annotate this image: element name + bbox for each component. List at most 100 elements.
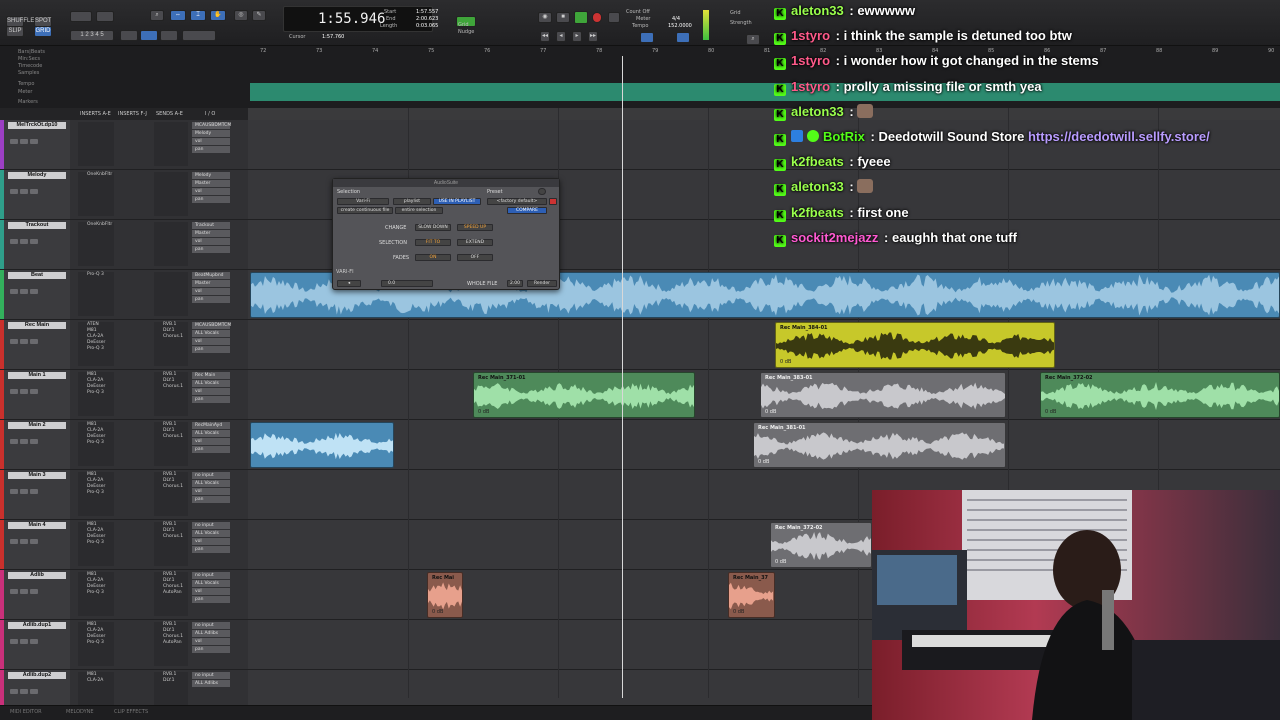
io-selector[interactable]: pan [192, 346, 230, 353]
clip-effects-tab[interactable]: CLIP EFFECTS [114, 709, 148, 715]
io-selector[interactable]: pan [192, 246, 230, 253]
sends-a-e-header[interactable]: SENDS A-E [156, 111, 183, 117]
io-selector[interactable]: pan [192, 646, 230, 653]
tab-to-transient-icon[interactable] [120, 30, 138, 41]
record-enable-button[interactable] [10, 189, 18, 194]
io-selectors[interactable]: RecMainAyd ALL Vocals vol pan [192, 422, 230, 466]
mute-button[interactable] [30, 289, 38, 294]
length-value[interactable]: 0:03.065 [416, 23, 438, 29]
insert-slot[interactable]: Pro-Q 3 [78, 390, 114, 396]
insert-slot[interactable]: Pro-Q 3 [78, 440, 114, 446]
io-selector[interactable]: MCAUSBDMTCM [192, 322, 231, 329]
io-selector[interactable]: vol [192, 588, 230, 595]
solo-button[interactable] [20, 239, 28, 244]
record-button[interactable] [592, 12, 602, 23]
track-record-solo-mute-buttons[interactable] [10, 481, 60, 494]
io-selectors[interactable]: no input ALL Vocals vol pan [192, 472, 230, 516]
io-selector[interactable]: pan [192, 546, 230, 553]
tempo-value[interactable]: 152.0000 [668, 23, 692, 29]
sends-slots[interactable]: RVB.1 DLY.1 Chorus.1 [154, 472, 188, 516]
sends-slots[interactable]: RVB.1 DLY.1 Chorus.1 [154, 372, 188, 416]
stop-button[interactable]: ■ [556, 12, 570, 23]
io-selector[interactable]: no input [192, 522, 230, 529]
record-enable-button[interactable] [10, 639, 18, 644]
io-selectors[interactable]: Melody Master vol pan [192, 172, 230, 216]
zoomer-tool-icon[interactable]: ⌕ [150, 10, 164, 21]
io-selector[interactable]: pan [192, 446, 230, 453]
insert-slot[interactable]: Pro-Q 3 [78, 490, 114, 496]
solo-button[interactable] [20, 639, 28, 644]
zoom-presets[interactable]: 1 2 3 4 5 [70, 30, 114, 41]
record-enable-button[interactable] [10, 689, 18, 694]
inserts-slots[interactable]: Pro-Q 3 [78, 272, 114, 316]
io-selectors[interactable]: MCAUSBDMTCM Melody vol pan [192, 122, 231, 166]
io-selectors[interactable]: Trackout Master vol pan [192, 222, 230, 266]
insert-slot[interactable]: Pro-Q 3 [78, 346, 114, 352]
insert-slot[interactable]: Pro-Q 3 [78, 540, 114, 546]
chat-username[interactable]: 1styro [791, 28, 830, 43]
mute-button[interactable] [30, 589, 38, 594]
chat-username[interactable]: aleton33 [791, 179, 844, 194]
handle-length-field[interactable]: 0.0 [381, 280, 433, 287]
scrubber-tool-icon[interactable]: ◎ [234, 10, 248, 21]
chat-username[interactable]: BotRix [823, 129, 865, 144]
io-selector[interactable]: pan [192, 196, 230, 203]
solo-button[interactable] [20, 189, 28, 194]
use-in-playlist-button[interactable]: USE IN PLAYLIST [433, 198, 481, 205]
fast-forward-button[interactable]: ▸▸ [588, 31, 598, 42]
ruler-bars-beats[interactable]: Bars|Beats [0, 49, 248, 56]
sends-slots[interactable]: RVB.1 DLY.1 Chorus.1 AutoPan [154, 622, 188, 666]
chat-username[interactable]: aleton33 [791, 104, 844, 119]
record-enable-button[interactable] [10, 139, 18, 144]
track-name[interactable]: Main 4 [8, 522, 66, 529]
track-row[interactable]: Main 2 M81 CLA-2A DeEsser Pro-Q 3 RVB.1 DLY.1 C… [0, 420, 1280, 470]
render-button[interactable]: Render [527, 280, 557, 287]
metronome-icon[interactable] [676, 32, 690, 43]
close-icon[interactable] [538, 188, 546, 195]
inserts-slots[interactable]: M81 CLA-2A DeEsser Pro-Q 3 [78, 372, 114, 416]
track-record-solo-mute-buttons[interactable] [10, 131, 60, 144]
chat-link[interactable]: https://deedotwill.sellfy.store/ [1028, 129, 1210, 144]
track-name[interactable]: Main 2 [8, 422, 66, 429]
zoom-button[interactable] [70, 11, 92, 22]
track-name[interactable]: Rec Main [8, 322, 66, 329]
track-row[interactable]: Rec Main ATEN M81 CLA-2A DeEsser Pro-Q 3 RVB.1… [0, 320, 1280, 370]
chat-username[interactable]: k2fbeats [791, 205, 844, 220]
search-icon[interactable]: ⌕ [746, 34, 760, 45]
track-record-solo-mute-buttons[interactable] [10, 531, 60, 544]
loop-button[interactable] [608, 12, 620, 23]
io-selector[interactable]: no input [192, 472, 230, 479]
solo-button[interactable] [20, 589, 28, 594]
io-selectors[interactable]: no input ALL Vocals vol pan [192, 522, 230, 566]
inserts-slots[interactable]: M81 CLA-2A DeEsser Pro-Q 3 [78, 572, 114, 616]
solo-button[interactable] [20, 689, 28, 694]
audio-clip[interactable]: Rec Main_372-02 0 dB [770, 522, 872, 568]
io-selector[interactable]: pan [192, 296, 230, 303]
track-name[interactable]: Beat [8, 272, 66, 279]
io-selector[interactable]: Rec Main [192, 372, 230, 379]
inserts-slots[interactable]: OneKnbFltr [78, 172, 114, 216]
selector-tool-icon[interactable]: ⌶ [190, 10, 206, 21]
mute-button[interactable] [30, 139, 38, 144]
fades-off-button[interactable]: OFF [457, 254, 493, 261]
extend-button[interactable]: EXTEND [457, 239, 493, 246]
insert-slot[interactable]: CLA-2A [78, 678, 114, 684]
io-selector[interactable]: Master [192, 230, 230, 237]
ruler-min-secs[interactable]: Min:Secs [0, 56, 248, 63]
audiosuite-vari-fi-window[interactable]: AudioSuite Selection Preset Vari-Fi play… [332, 178, 560, 290]
insert-slot[interactable]: Pro-Q 3 [78, 272, 114, 278]
chat-username[interactable]: 1styro [791, 79, 830, 94]
ruler-timecode[interactable]: Timecode [0, 63, 248, 70]
io-selectors[interactable]: no input ALL Adlibs vol pan [192, 622, 230, 666]
io-selector[interactable]: vol [192, 238, 230, 245]
ruler-meter[interactable]: Meter [0, 89, 248, 96]
mute-button[interactable] [30, 339, 38, 344]
track-record-solo-mute-buttons[interactable] [10, 631, 60, 644]
io-selector[interactable]: Melody [192, 172, 230, 179]
audio-clip[interactable]: Rec Main_37 0 dB [728, 572, 775, 618]
solo-button[interactable] [20, 489, 28, 494]
forward-button[interactable]: ▸ [572, 31, 582, 42]
play-button[interactable] [574, 11, 588, 24]
trim-tool-icon[interactable]: ⇔ [170, 10, 186, 21]
insert-slot[interactable]: Pro-Q 3 [78, 640, 114, 646]
